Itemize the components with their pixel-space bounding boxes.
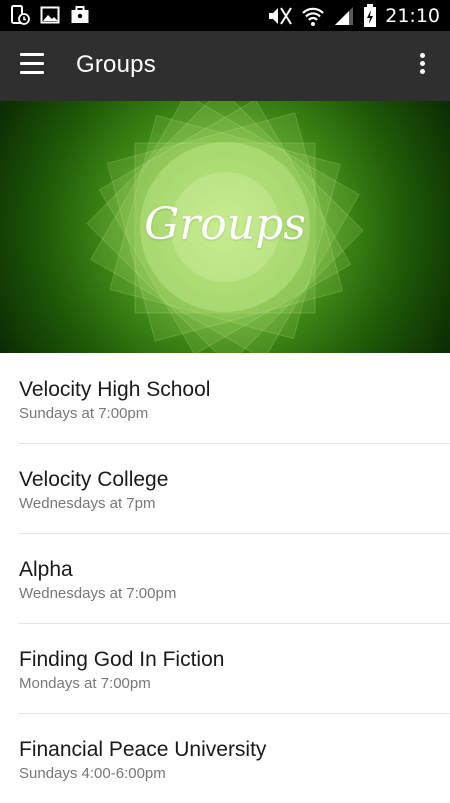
hero-banner: Groups	[0, 101, 450, 353]
image-icon	[40, 5, 60, 25]
hero-title: Groups	[144, 199, 306, 250]
phone-clock-icon	[10, 5, 30, 25]
group-name: Financial Peace University	[19, 738, 267, 761]
list-item[interactable]: Alpha Wednesdays at 7:00pm	[0, 533, 450, 623]
group-schedule: Wednesdays at 7pm	[19, 495, 156, 512]
group-name: Finding God In Fiction	[19, 648, 225, 671]
groups-list: Velocity High School Sundays at 7:00pm V…	[0, 353, 450, 803]
app-bar: Groups	[0, 31, 450, 101]
clock: 21:10	[385, 5, 440, 27]
list-item[interactable]: Financial Peace University Sundays 4:00-…	[0, 713, 450, 803]
group-schedule: Sundays at 7:00pm	[19, 405, 149, 422]
status-bar: 21:10	[0, 0, 450, 31]
group-name: Velocity College	[19, 468, 169, 491]
overflow-menu-icon[interactable]	[412, 53, 432, 79]
list-item[interactable]: Finding God In Fiction Mondays at 7:00pm	[0, 623, 450, 713]
battery-charging-icon	[363, 4, 377, 28]
signal-icon	[333, 5, 355, 27]
list-item[interactable]: Velocity High School Sundays at 7:00pm	[0, 353, 450, 443]
system-icons: 21:10	[267, 4, 440, 28]
wifi-icon	[301, 5, 325, 27]
list-item[interactable]: Velocity College Wednesdays at 7pm	[0, 443, 450, 533]
group-schedule: Sundays 4:00-6:00pm	[19, 765, 166, 782]
mute-icon	[267, 5, 293, 27]
hamburger-menu-icon[interactable]	[20, 53, 50, 79]
group-name: Alpha	[19, 558, 73, 581]
group-name: Velocity High School	[19, 378, 211, 401]
group-schedule: Wednesdays at 7:00pm	[19, 585, 177, 602]
page-title: Groups	[76, 51, 156, 78]
notification-icons	[10, 5, 90, 25]
group-schedule: Mondays at 7:00pm	[19, 675, 151, 692]
briefcase-icon	[70, 5, 90, 25]
